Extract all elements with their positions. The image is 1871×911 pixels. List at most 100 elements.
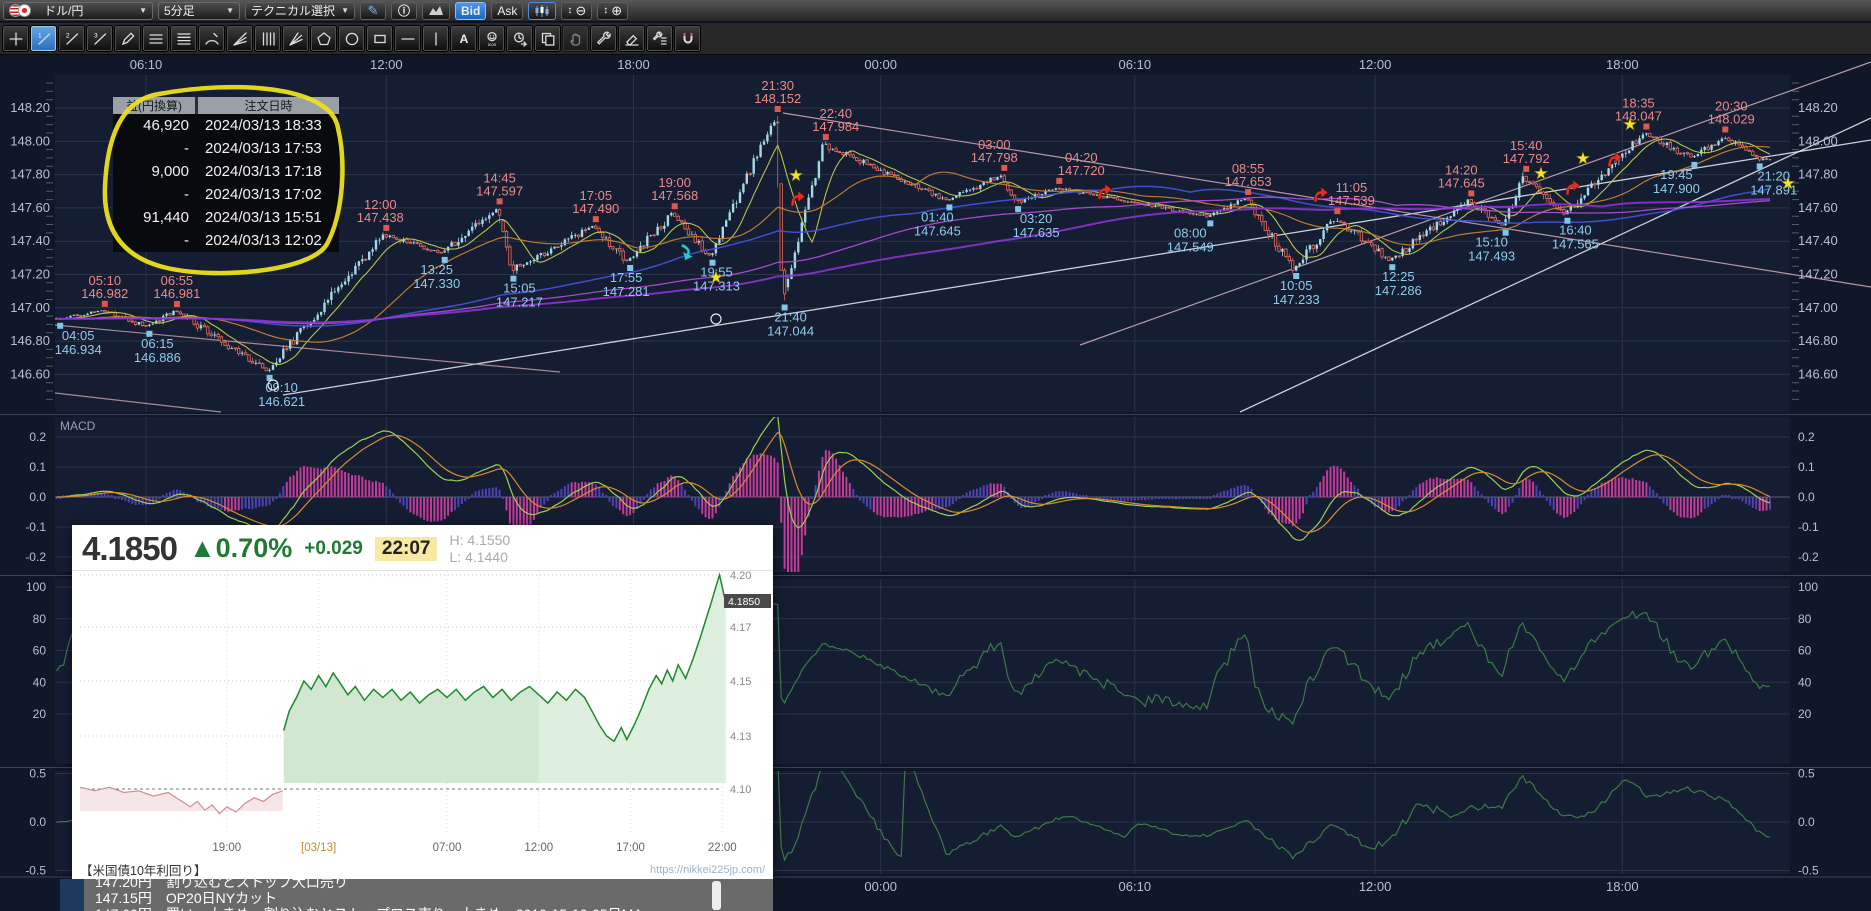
area-chart-button[interactable] bbox=[422, 2, 450, 20]
price-axis-label: 147.00 bbox=[1798, 300, 1838, 315]
high-price-label: 147.490 bbox=[572, 201, 619, 216]
low-price-label: 147.281 bbox=[603, 284, 650, 299]
low-price-label: 147.286 bbox=[1375, 283, 1422, 298]
popup-y-label: 4.15 bbox=[730, 676, 751, 688]
tool-horizontal-line[interactable] bbox=[394, 25, 421, 52]
tool-fibonacci-arc[interactable] bbox=[198, 25, 225, 52]
tool-trendline-1[interactable]: 1 bbox=[30, 25, 57, 52]
pair-label: ドル/円 bbox=[44, 2, 83, 19]
star-icon[interactable]: ★ bbox=[1575, 149, 1590, 168]
popup-x-label: 12:00 bbox=[524, 842, 553, 854]
svg-text:0.2: 0.2 bbox=[1798, 430, 1815, 444]
tool-crosshair[interactable] bbox=[2, 25, 29, 52]
bid-button[interactable]: Bid bbox=[455, 2, 486, 20]
profit-cell: - bbox=[113, 232, 198, 249]
news-ticker[interactable]: 147.20円 割り込むとストップ大口売り147.15円 OP20日NYカット1… bbox=[84, 879, 773, 911]
zoom-out-button[interactable]: ↕ ⊖ bbox=[561, 2, 592, 20]
star-icon[interactable]: ★ bbox=[708, 268, 723, 287]
low-time-label: 01:40 bbox=[921, 209, 954, 224]
tool-trendline-3[interactable]: 3 bbox=[86, 25, 113, 52]
high-price-label: 147.798 bbox=[971, 150, 1018, 165]
svg-text:100: 100 bbox=[26, 580, 46, 594]
high-marker bbox=[1056, 178, 1062, 184]
svg-text:0.0: 0.0 bbox=[1798, 490, 1815, 504]
us10y-popup[interactable]: 4.1850 ▲0.70% +0.029 22:07 H: 4.1550 L: … bbox=[72, 525, 773, 879]
price-axis-label: 147.40 bbox=[10, 233, 50, 248]
tool-trendline-2[interactable]: 2 bbox=[58, 25, 85, 52]
tool-wrench[interactable] bbox=[590, 25, 617, 52]
popup-change: +0.029 bbox=[304, 538, 363, 560]
order-date-cell: 2024/03/13 18:33 bbox=[198, 117, 339, 134]
draw-mode-button[interactable]: ✎ bbox=[360, 2, 386, 20]
tool-ellipse[interactable] bbox=[338, 25, 365, 52]
svg-text:1: 1 bbox=[38, 32, 42, 39]
tool-text[interactable]: A bbox=[450, 25, 477, 52]
tool-eraser[interactable] bbox=[618, 25, 645, 52]
technical-select-button[interactable]: テクニカル選択 ▼ bbox=[245, 2, 355, 20]
timeframe-select[interactable]: 5分足 ▼ bbox=[158, 2, 240, 20]
high-price-label: 147.597 bbox=[476, 183, 523, 198]
popup-x-label: 17:00 bbox=[616, 842, 645, 854]
tool-rectangle[interactable] bbox=[366, 25, 393, 52]
trendline-3-icon: 3 bbox=[92, 31, 108, 47]
pair-select[interactable]: ドル/円 ▼ bbox=[3, 2, 153, 20]
low-time-label: 12:25 bbox=[1382, 269, 1415, 284]
star-icon[interactable]: ★ bbox=[1533, 164, 1548, 183]
high-marker bbox=[1643, 124, 1649, 130]
info-button[interactable]: ⓘ bbox=[391, 2, 417, 20]
star-icon[interactable]: ★ bbox=[1622, 115, 1637, 134]
price-axis-label: 147.20 bbox=[10, 267, 50, 282]
ask-button[interactable]: Ask bbox=[491, 2, 523, 20]
candle-chart-button[interactable] bbox=[528, 2, 556, 20]
high-marker bbox=[672, 203, 678, 209]
fan-lines-icon bbox=[232, 31, 248, 47]
low-time-label: 13:25 bbox=[420, 262, 453, 277]
high-marker bbox=[1722, 127, 1728, 133]
price-axis-label: 147.00 bbox=[10, 300, 50, 315]
star-icon[interactable]: ★ bbox=[1780, 174, 1795, 193]
tool-vertical-lines[interactable] bbox=[254, 25, 281, 52]
svg-text:20: 20 bbox=[33, 707, 47, 721]
tool-horizontal-lines-3[interactable] bbox=[142, 25, 169, 52]
pencil-icon: ✎ bbox=[368, 3, 379, 19]
popup-header: 4.1850 ▲0.70% +0.029 22:07 H: 4.1550 L: … bbox=[72, 525, 773, 571]
tool-time-alert[interactable] bbox=[506, 25, 533, 52]
tool-pan-hand[interactable] bbox=[562, 25, 589, 52]
svg-text:-0.1: -0.1 bbox=[1798, 520, 1819, 534]
trendline-1-icon: 1 bbox=[36, 31, 52, 47]
price-axis-label: 148.00 bbox=[10, 133, 50, 148]
fibonacci-arc-icon bbox=[204, 31, 220, 47]
ellipse-icon bbox=[344, 31, 360, 47]
star-icon[interactable]: ★ bbox=[788, 166, 803, 185]
time-axis-label: 06:10 bbox=[1119, 879, 1152, 894]
high-marker bbox=[593, 216, 599, 222]
low-time-label: 09:10 bbox=[265, 380, 298, 395]
zoom-in-button[interactable]: ↕ ⊕ bbox=[597, 2, 628, 20]
tool-vertical-line[interactable] bbox=[422, 25, 449, 52]
tool-copy[interactable] bbox=[534, 25, 561, 52]
drawing-toolbar: 1 23 Aicon bbox=[0, 23, 1871, 55]
popup-time-badge: 22:07 bbox=[375, 537, 438, 561]
popup-source-link[interactable]: https://nikkei225jp.com/ bbox=[650, 864, 765, 876]
high-price-label: 147.568 bbox=[651, 188, 698, 203]
low-time-label: 15:10 bbox=[1475, 235, 1508, 250]
tool-fan-lines[interactable] bbox=[226, 25, 253, 52]
tool-ruler-pencil[interactable] bbox=[114, 25, 141, 52]
settings-wrench-icon bbox=[652, 31, 668, 47]
tool-settings-wrench[interactable] bbox=[646, 25, 673, 52]
time-axis-label: 12:00 bbox=[1359, 57, 1392, 72]
svg-text:60: 60 bbox=[1798, 644, 1812, 658]
profit-cell: 9,000 bbox=[113, 163, 198, 180]
high-marker bbox=[497, 198, 503, 204]
rectangle-icon bbox=[372, 31, 388, 47]
updown-arrow-icon: ↕ bbox=[567, 5, 572, 16]
tool-emoji-icon[interactable]: icon bbox=[478, 25, 505, 52]
popup-y-label: 4.10 bbox=[730, 784, 751, 796]
tool-horizontal-lines-4[interactable] bbox=[170, 25, 197, 52]
high-price-label: 147.984 bbox=[812, 119, 859, 134]
ticker-scrollbar[interactable] bbox=[712, 881, 721, 910]
high-price-label: 147.720 bbox=[1058, 163, 1105, 178]
tool-pentagon[interactable] bbox=[310, 25, 337, 52]
tool-gann-fan[interactable] bbox=[282, 25, 309, 52]
tool-magnet[interactable] bbox=[674, 25, 701, 52]
